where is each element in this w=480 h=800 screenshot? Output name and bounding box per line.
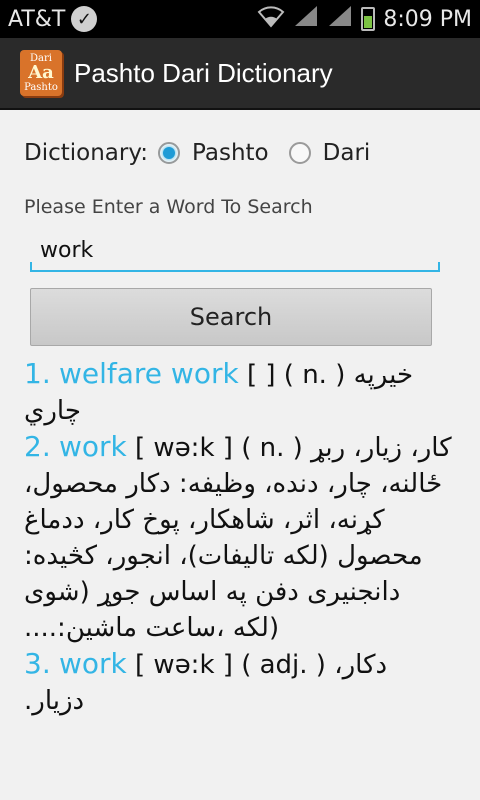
result-pronunciation: [ wə:k ]	[135, 433, 233, 463]
app-title: Pashto Dari Dictionary	[74, 57, 333, 88]
result-pronunciation: [ ]	[246, 360, 276, 390]
result-entry-3: 3. work [ wə:k ] ( adj. ) دکار، دزیار.	[24, 646, 454, 719]
clock: 8:09 PM	[383, 6, 472, 32]
radio-option-pashto[interactable]: Pashto	[158, 140, 269, 166]
result-word: welfare work	[58, 357, 239, 390]
battery-icon	[361, 7, 376, 31]
carrier-name: AT&T	[8, 6, 66, 32]
result-number: 3.	[24, 647, 51, 680]
radio-button-dari[interactable]	[288, 142, 311, 164]
result-part-of-speech: ( n. )	[283, 360, 346, 390]
dictionary-label: Dictionary:	[24, 140, 149, 166]
dictionary-selector: Dictionary: Pashto Dari	[24, 140, 390, 166]
app-book-icon[interactable]: Dari Aa Pashto	[20, 50, 62, 96]
action-bar: Dari Aa Pashto Pashto Dari Dictionary	[0, 38, 480, 110]
app-icon-text-mid: Aa	[28, 62, 54, 83]
status-icons: 8:09 PM	[257, 4, 472, 34]
signal-icon	[293, 4, 319, 34]
result-number: 2.	[24, 430, 51, 463]
radio-option-dari[interactable]: Dari	[288, 140, 371, 166]
status-bar: AT&T ✓ 8:09 PM	[0, 0, 480, 38]
search-hint: Please Enter a Word To Search	[24, 196, 313, 218]
check-icon: ✓	[71, 6, 98, 32]
search-input-underline	[30, 262, 440, 272]
app-icon-text-bottom: Pashto	[24, 82, 58, 93]
result-pronunciation: [ wə:k ]	[135, 650, 233, 680]
radio-label-pashto: Pashto	[192, 140, 269, 166]
radio-label-dari: Dari	[322, 140, 371, 166]
wifi-icon	[257, 4, 285, 34]
result-number: 1.	[24, 357, 51, 390]
result-word: work	[58, 647, 127, 680]
search-button[interactable]: Search	[30, 288, 432, 346]
radio-button-pashto[interactable]	[158, 142, 181, 164]
main-content: Dictionary: Pashto Dari Please Enter a W…	[0, 112, 480, 800]
result-entry-2: 2. work [ wə:k ] ( n. ) کار، زیار، ربړ ځ…	[24, 429, 454, 646]
result-part-of-speech: ( n. )	[241, 433, 303, 463]
carrier-area: AT&T ✓	[8, 6, 98, 32]
signal-icon-2	[327, 4, 353, 34]
result-entry-1: 1. welfare work [ ] ( n. ) خیرپه چاري	[24, 356, 454, 429]
result-word: work	[58, 430, 127, 463]
results-list: 1. welfare work [ ] ( n. ) خیرپه چاري 2.…	[24, 356, 454, 719]
result-part-of-speech: ( adj. )	[241, 650, 326, 680]
result-translation: کار، زیار، ربړ ځالنه، چار، دنده، وظیفه: …	[24, 433, 452, 643]
